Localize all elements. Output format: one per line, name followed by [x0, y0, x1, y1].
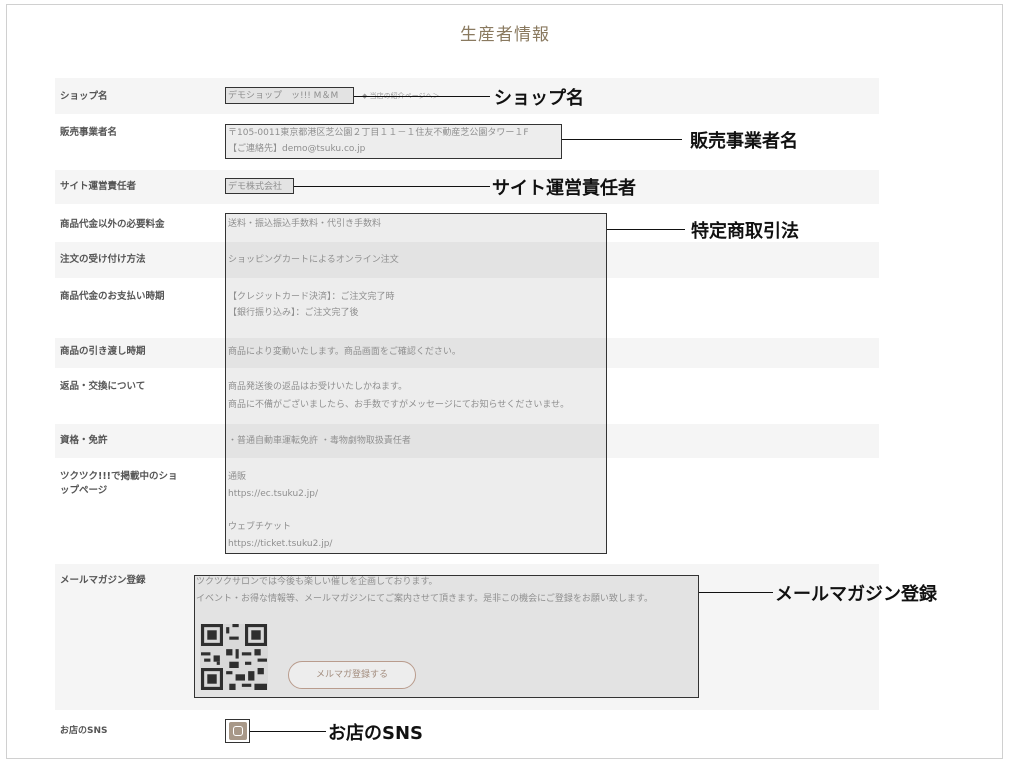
annotation-mail-magazine: メールマガジン登録 [775, 584, 937, 605]
highlight-site-manager [225, 178, 294, 194]
row-label: メールマガジン登録 [60, 575, 146, 586]
row-label: 注文の受け付け方法 [60, 254, 146, 265]
highlight-specified-commerce [225, 213, 607, 554]
annotation-specified-commerce: 特定商取引法 [691, 221, 799, 242]
annotation-shop-name: ショップ名 [494, 88, 584, 109]
annotation-line [294, 186, 490, 187]
row-label: ショップ名 [60, 91, 108, 102]
row-label: サイト運営責任者 [60, 181, 137, 192]
row-label: 商品代金のお支払い時期 [60, 291, 165, 302]
page-title: 生産者情報 [460, 25, 550, 45]
row-sns: お店のSNS [55, 714, 879, 748]
highlight-mail-magazine [194, 575, 699, 698]
row-label-line-2: ップページ [60, 485, 108, 496]
row-label: 販売事業者名 [60, 127, 118, 138]
row-site-manager: サイト運営責任者 デモ株式会社 [55, 170, 879, 204]
highlight-sns [225, 719, 250, 743]
annotation-line [250, 731, 326, 732]
row-label: 商品の引き渡し時期 [60, 346, 146, 357]
annotation-line [562, 139, 682, 140]
row-label: 資格・免許 [60, 435, 108, 446]
annotation-line [607, 229, 685, 230]
annotation-business-name: 販売事業者名 [690, 131, 798, 152]
row-label: 商品代金以外の必要料金 [60, 219, 165, 230]
row-label: 返品・交換について [60, 381, 146, 392]
highlight-business-name [225, 124, 562, 159]
annotation-line [354, 96, 490, 97]
highlight-shop-name [225, 87, 354, 104]
annotation-line [699, 592, 773, 593]
row-label: お店のSNS [60, 726, 108, 736]
annotation-sns: お店のSNS [328, 723, 423, 744]
row-label-line-1: ツクツク!!!で掲載中のショ [60, 471, 178, 482]
annotation-site-manager: サイト運営責任者 [492, 178, 636, 199]
